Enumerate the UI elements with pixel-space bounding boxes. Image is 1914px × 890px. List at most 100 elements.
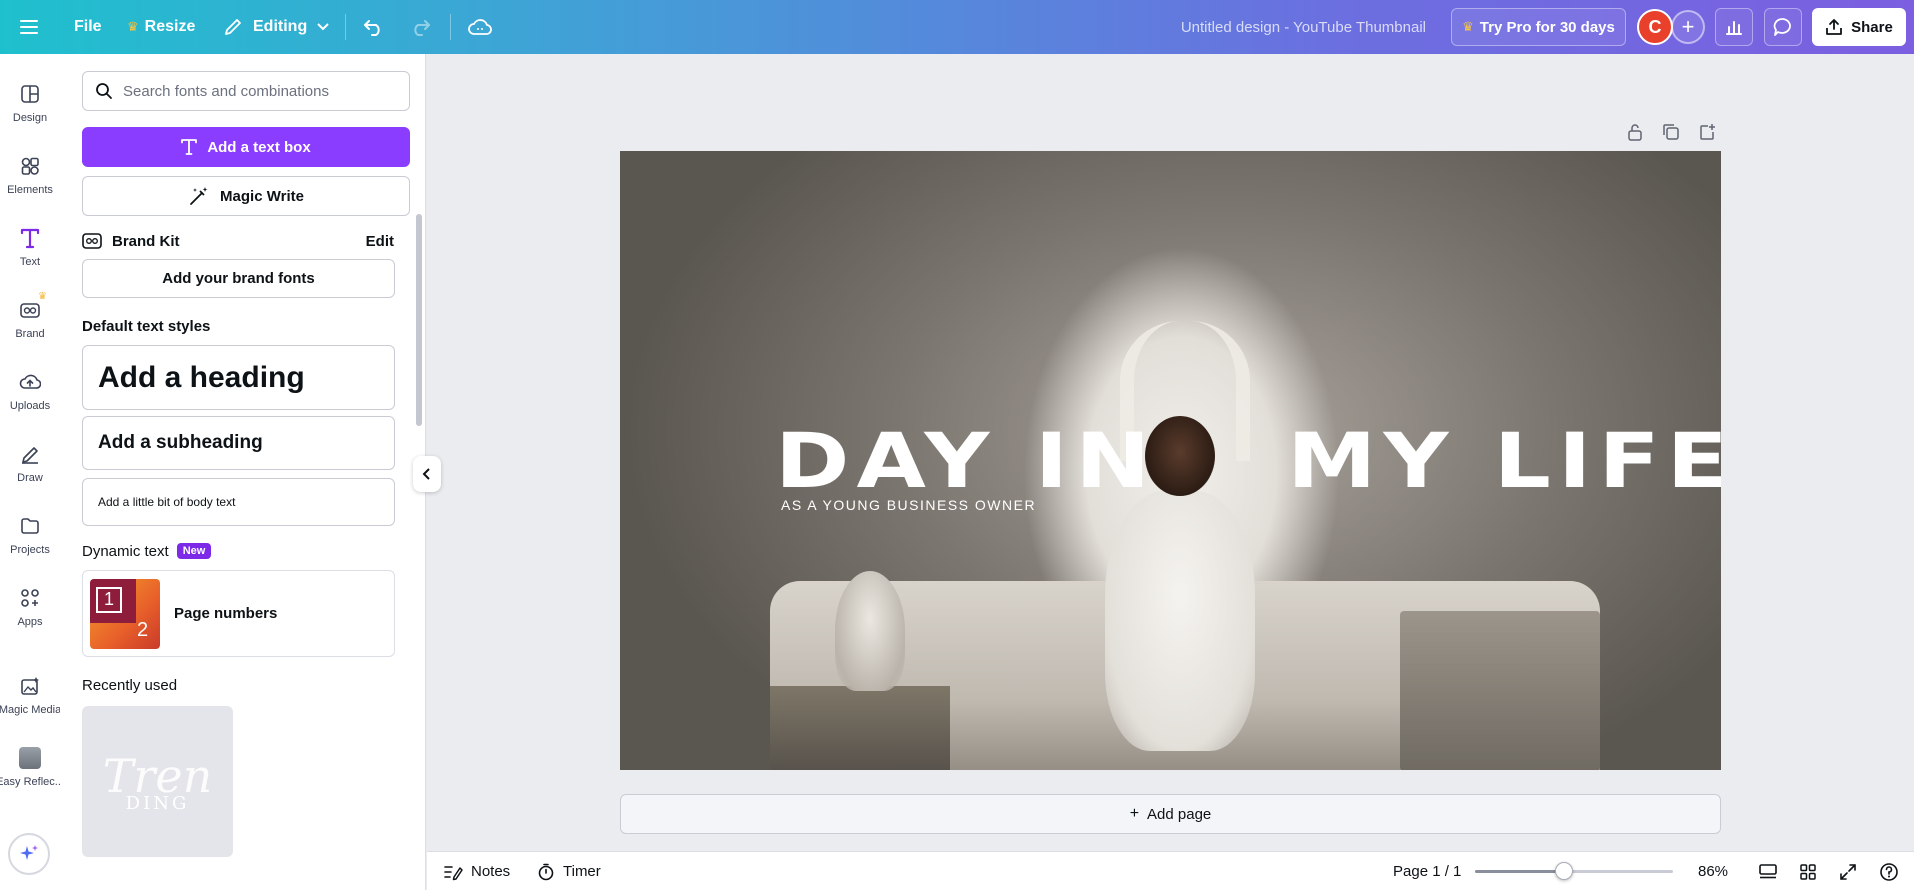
default-text-styles-heading: Default text styles (82, 318, 211, 335)
lock-page-button[interactable] (1623, 120, 1647, 144)
invite-plus-button[interactable]: + (1671, 10, 1705, 44)
shapes-icon (18, 154, 42, 178)
add-brand-fonts-button[interactable]: Add your brand fonts (82, 259, 395, 298)
add-text-box-button[interactable]: Add a text box (82, 127, 410, 167)
headline-right: MY LIFE (1287, 416, 1721, 505)
rail-item-projects[interactable]: Projects (0, 504, 60, 566)
add-page-button[interactable]: + Add page (620, 794, 1721, 834)
rail-item-text[interactable]: Text (0, 216, 60, 278)
fullscreen-button[interactable] (1839, 852, 1857, 890)
insights-button[interactable] (1715, 8, 1753, 46)
rail-label: Elements (7, 184, 53, 196)
sparkle-icon (20, 845, 38, 860)
headline-text[interactable]: DAY IN MY LIFE (775, 416, 1721, 505)
rail-item-draw[interactable]: Draw (0, 432, 60, 494)
file-menu-button[interactable]: File (74, 0, 102, 54)
text-T-icon (18, 226, 42, 250)
zoom-slider-knob[interactable] (1555, 862, 1574, 880)
recently-used-heading: Recently used (82, 677, 177, 694)
document-title[interactable]: Untitled design - YouTube Thumbnail (1181, 0, 1426, 54)
rail-item-brand[interactable]: ♛ Brand (0, 288, 60, 350)
page-numbers-thumbnail: 1 2 (90, 578, 160, 649)
add-subheading-button[interactable]: Add a subheading (82, 416, 395, 470)
magic-wand-icon (190, 187, 208, 205)
magic-media-icon (18, 674, 42, 698)
add-page-icon-button[interactable] (1695, 120, 1719, 144)
hamburger-menu-button[interactable] (20, 0, 40, 54)
thumbnail-view-button[interactable] (1758, 852, 1778, 890)
comment-icon (1773, 18, 1791, 36)
cloud-icon (468, 19, 492, 35)
grid-view-button[interactable] (1799, 852, 1817, 890)
timer-button[interactable]: Timer (537, 852, 601, 890)
rail-item-magic-media[interactable]: Magic Media (0, 664, 61, 726)
rail-label: Brand (15, 328, 45, 340)
magic-write-button[interactable]: Magic Write (82, 176, 410, 216)
add-body-text-button[interactable]: Add a little bit of body text (82, 478, 395, 526)
rail-label: Projects (10, 544, 50, 556)
headline-left: DAY IN (775, 416, 1158, 505)
rail-item-easy-reflections[interactable]: Easy Reflec... (0, 736, 64, 798)
collapse-panel-button[interactable] (413, 456, 441, 492)
brand-kit-edit-link[interactable]: Edit (366, 233, 394, 250)
duplicate-icon (1663, 124, 1679, 140)
chevron-left-icon (422, 468, 430, 480)
recent-thumb-script-text: Tren (102, 749, 213, 803)
pen-icon (18, 442, 42, 466)
cloud-save-button[interactable] (468, 0, 492, 54)
page-indicator[interactable]: Page 1 / 1 (1393, 852, 1461, 890)
bar-chart-icon (1726, 21, 1742, 35)
timer-label: Timer (563, 863, 601, 880)
add-heading-button[interactable]: Add a heading (82, 345, 395, 410)
panel-scrollbar[interactable] (416, 214, 422, 426)
add-text-box-label: Add a text box (207, 138, 311, 156)
comments-button[interactable] (1764, 8, 1802, 46)
redo-button[interactable] (409, 0, 431, 54)
brand-kit-row: Brand Kit Edit (82, 226, 394, 256)
top-bar: File ♛ Resize Editing Untitled design - … (0, 0, 1914, 54)
person-photo-region (1105, 491, 1255, 751)
user-avatar[interactable]: C (1637, 9, 1673, 45)
page-numbers-item[interactable]: 1 2 Page numbers (82, 570, 395, 657)
share-button[interactable]: Share (1812, 8, 1906, 46)
notes-label: Notes (471, 863, 511, 880)
search-placeholder: Search fonts and combinations (123, 82, 329, 100)
magic-assistant-button[interactable] (8, 833, 50, 875)
rail-item-design[interactable]: Design (0, 72, 60, 134)
design-canvas[interactable]: DAY IN MY LIFE AS A YOUNG BUSINESS OWNER (620, 151, 1721, 770)
rail-item-uploads[interactable]: Uploads (0, 360, 60, 422)
font-search-input[interactable]: Search fonts and combinations (82, 71, 410, 111)
resize-label: Resize (144, 18, 196, 35)
bottom-bar: Notes Timer Page 1 / 1 86% (427, 851, 1914, 890)
grid-icon (1800, 863, 1816, 880)
thumb-number-2: 2 (137, 618, 149, 641)
rail-label: Uploads (9, 400, 51, 412)
rail-item-apps[interactable]: Apps (0, 576, 60, 638)
undo-button[interactable] (363, 0, 385, 54)
pages-view-icon (1759, 863, 1777, 878)
duplicate-page-button[interactable] (1659, 120, 1683, 144)
recent-font-thumbnail[interactable]: Tren DING (82, 706, 233, 857)
subtitle-text[interactable]: AS A YOUNG BUSINESS OWNER (781, 497, 1036, 513)
chevron-down-icon (317, 23, 329, 31)
zoom-slider[interactable] (1475, 862, 1673, 880)
crown-icon: ♛ (38, 291, 47, 302)
plus-icon: + (1129, 805, 1140, 822)
try-pro-button[interactable]: ♛ Try Pro for 30 days (1451, 8, 1626, 46)
zoom-percentage[interactable]: 86% (1698, 852, 1728, 890)
brand-kit-icon (82, 233, 102, 249)
vase-photo-region (835, 571, 905, 691)
zoom-slider-fill (1475, 870, 1565, 873)
undo-icon (364, 20, 380, 36)
crown-icon: ♛ (127, 19, 139, 34)
recently-used-label: Recently used (82, 677, 178, 694)
resize-button[interactable]: ♛ Resize (127, 0, 195, 54)
folder-icon (18, 514, 42, 538)
side-table-photo-region (770, 686, 950, 770)
rail-item-elements[interactable]: Elements (0, 144, 60, 206)
cloud-upload-icon (18, 370, 42, 394)
share-upload-icon (1826, 19, 1843, 35)
notes-button[interactable]: Notes (443, 852, 510, 890)
editing-mode-button[interactable]: Editing (223, 0, 329, 54)
help-button[interactable] (1879, 852, 1899, 890)
